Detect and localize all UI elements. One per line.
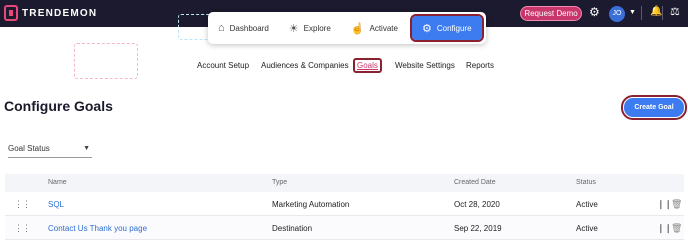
drag-handle-icon[interactable]: ⋮⋮ [14, 223, 31, 234]
column-header-type[interactable]: Type [272, 179, 287, 186]
goals-table: Name Type Created Date Status ⋮⋮ SQL Mar… [5, 174, 684, 240]
goal-created-date: Oct 28, 2020 [454, 200, 500, 209]
module-navigation: ⌂ Dashboard ☀ Explore ☝ Activate ⚙ Confi… [208, 12, 486, 44]
notification-bell-icon[interactable]: 🔔 [650, 6, 662, 17]
lab-flask-icon[interactable]: ⚖ [670, 5, 680, 18]
goal-status-filter[interactable]: Goal Status ▼ [8, 144, 92, 158]
subnav-reports[interactable]: Reports [466, 61, 494, 70]
table-row[interactable]: ⋮⋮ SQL Marketing Automation Oct 28, 2020… [5, 192, 684, 216]
trash-icon[interactable]: 🗑 [671, 223, 682, 234]
goal-type: Marketing Automation [272, 200, 350, 209]
brand-logo[interactable]: TRENDEMON [4, 5, 97, 21]
caret-down-icon: ▼ [83, 145, 90, 152]
user-avatar[interactable]: JO [609, 6, 625, 22]
table-row[interactable]: ⋮⋮ Contact Us Thank you page Destination… [5, 216, 684, 240]
click-icon: ☝ [350, 22, 365, 35]
request-demo-button[interactable]: Request Demo [520, 6, 582, 21]
goal-status: Active [576, 200, 598, 209]
goal-name-link[interactable]: SQL [48, 200, 64, 209]
subnav-account-setup[interactable]: Account Setup [197, 61, 249, 70]
pause-icon[interactable]: ❙❙ [657, 223, 672, 234]
subnav-website-settings[interactable]: Website Settings [395, 61, 455, 70]
chevron-down-icon[interactable]: ▼ [629, 9, 636, 16]
subnav-goals[interactable]: Goals [353, 58, 382, 73]
trendemon-logo-icon [4, 5, 18, 21]
module-label: Activate [369, 23, 398, 33]
trash-icon[interactable]: 🗑 [671, 199, 682, 210]
module-dashboard[interactable]: ⌂ Dashboard [208, 12, 279, 44]
gears-icon: ⚙ [421, 22, 432, 35]
goal-name-link[interactable]: Contact Us Thank you page [48, 224, 147, 233]
home-icon: ⌂ [218, 22, 225, 34]
goal-status: Active [576, 224, 598, 233]
module-label: Dashboard [229, 23, 269, 33]
table-header: Name Type Created Date Status [5, 174, 684, 192]
filter-label: Goal Status [8, 144, 50, 153]
page-title: Configure Goals [4, 98, 113, 114]
module-activate[interactable]: ☝ Activate [341, 12, 408, 44]
drag-handle-icon[interactable]: ⋮⋮ [14, 199, 31, 210]
module-explore[interactable]: ☀ Explore [279, 12, 341, 44]
column-header-name[interactable]: Name [48, 179, 67, 186]
pause-icon[interactable]: ❙❙ [657, 199, 672, 210]
divider [641, 6, 642, 20]
module-configure[interactable]: ⚙ Configure [409, 14, 484, 42]
module-label: Explore [303, 23, 331, 33]
subnav-audiences-companies[interactable]: Audiences & Companies [261, 61, 349, 70]
module-label: Configure [436, 23, 472, 33]
divider [662, 6, 663, 20]
column-header-created-date[interactable]: Created Date [454, 179, 496, 186]
brand-name: TRENDEMON [22, 7, 98, 19]
configure-subnav: Account Setup Audiences & Companies Goal… [0, 58, 688, 77]
goal-type: Destination [272, 224, 313, 233]
goal-created-date: Sep 22, 2019 [454, 224, 502, 233]
create-goal-button[interactable]: Create Goal [621, 95, 687, 120]
lightbulb-icon: ☀ [288, 22, 299, 35]
settings-gear-icon[interactable]: ⚙ [589, 6, 601, 18]
column-header-status[interactable]: Status [576, 179, 596, 186]
